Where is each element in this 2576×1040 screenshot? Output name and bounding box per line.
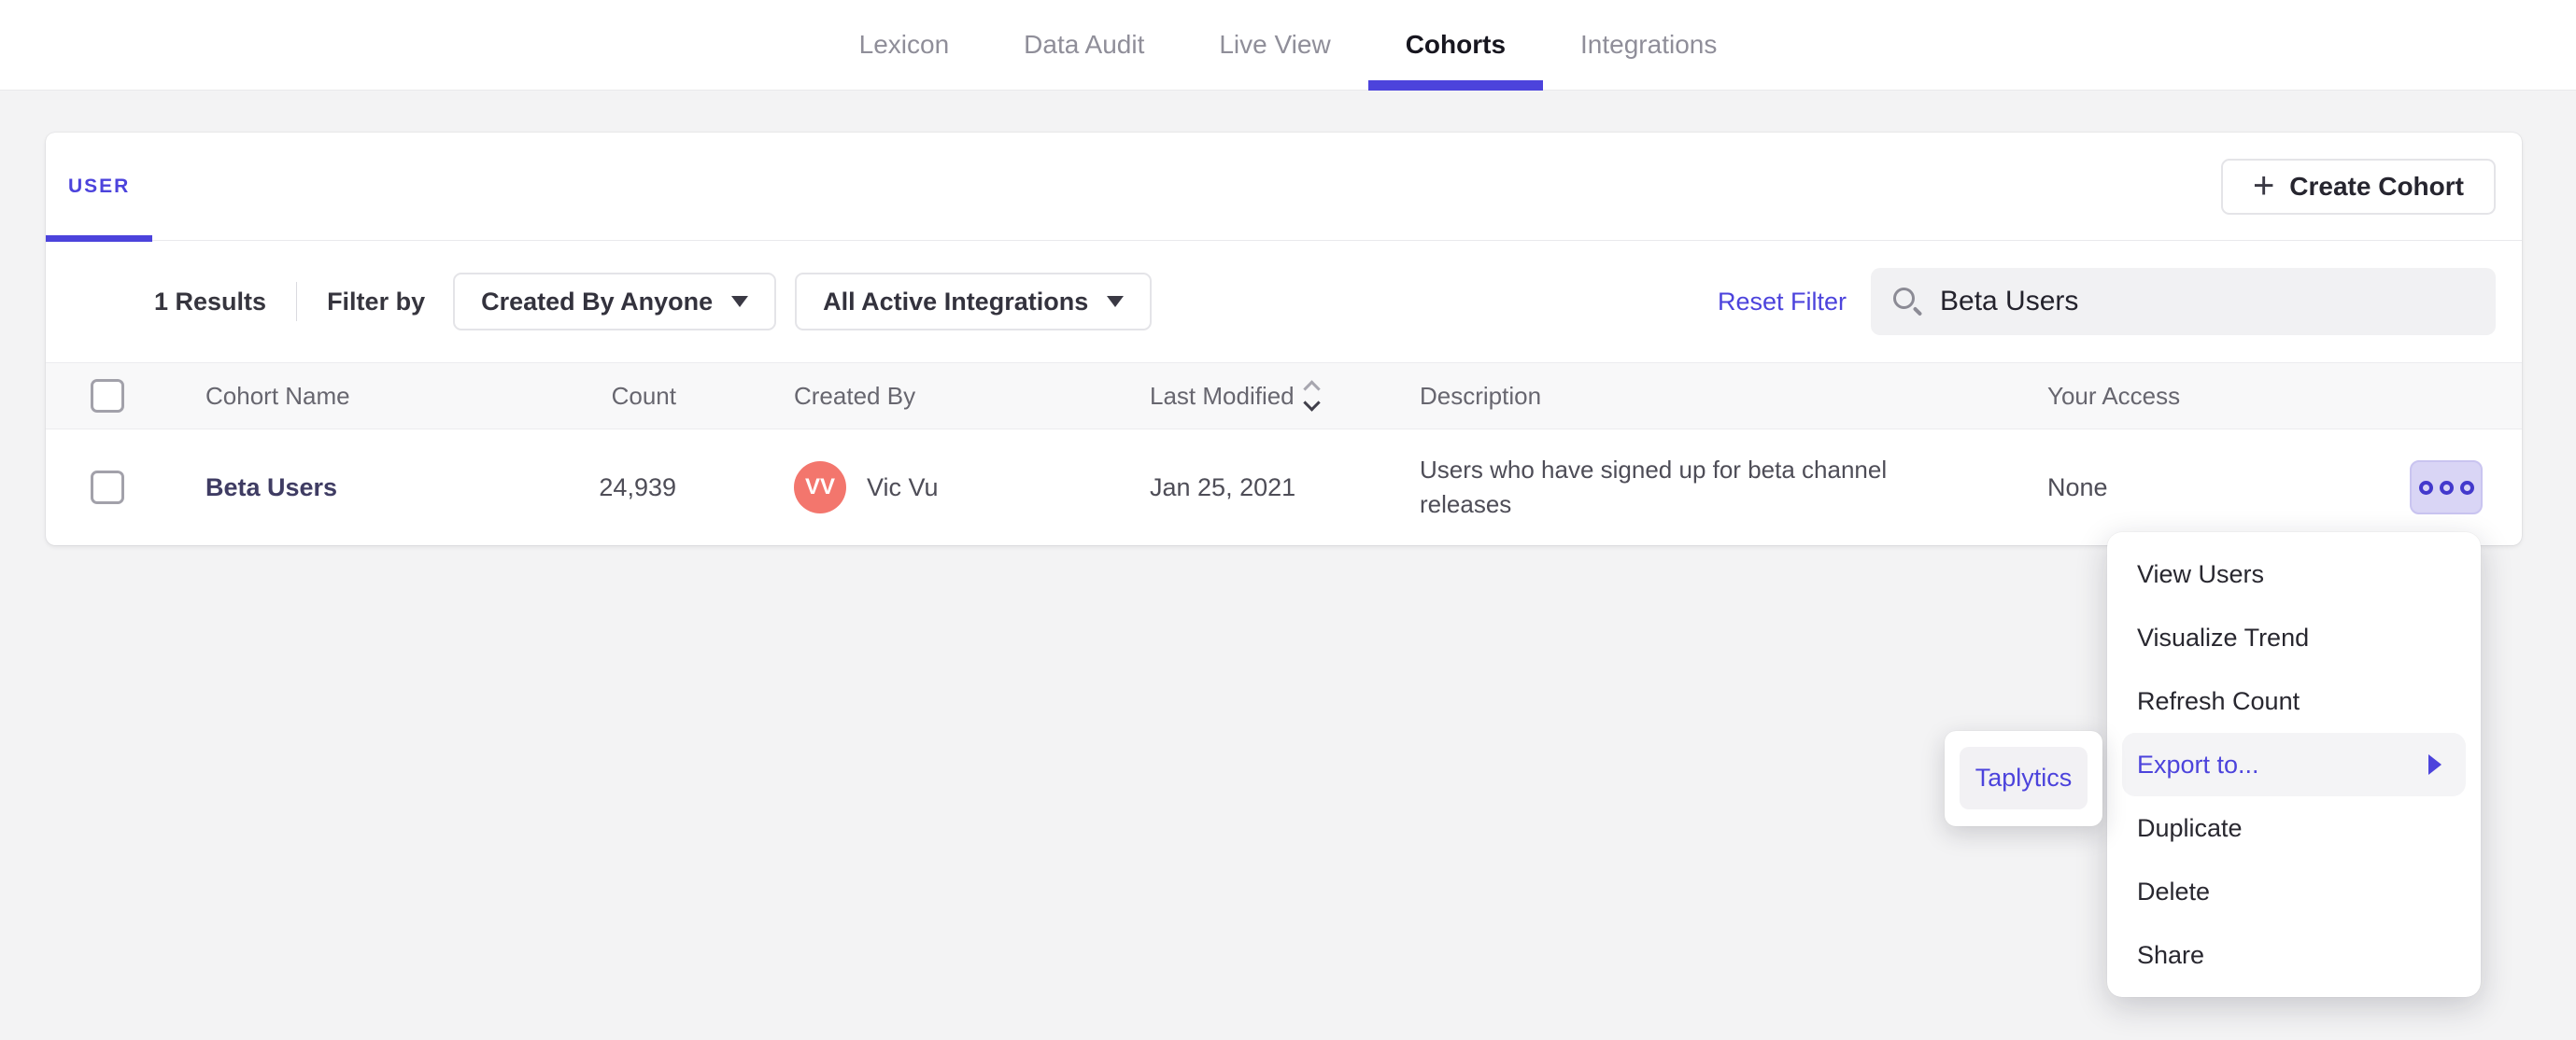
top-nav: Lexicon Data Audit Live View Cohorts Int…: [0, 0, 2576, 91]
tab-user-label: USER: [68, 176, 131, 197]
menu-item-duplicate[interactable]: Duplicate: [2107, 796, 2481, 860]
ellipsis-icon: [2418, 480, 2474, 495]
header-count: Count: [611, 381, 676, 410]
description-text: Users who have signed up for beta channe…: [1420, 456, 1888, 518]
menu-item-export-to[interactable]: Export to...: [2122, 733, 2466, 796]
nav-tabs: Lexicon Data Audit Live View Cohorts Int…: [822, 0, 1755, 91]
created-by-dropdown-value: Created By Anyone: [481, 287, 714, 316]
last-modified-cell: Jan 25, 2021: [1150, 472, 1296, 501]
menu-item-refresh-count[interactable]: Refresh Count: [2107, 669, 2481, 733]
menu-item-view-users[interactable]: View Users: [2107, 542, 2481, 606]
tab-live-view-label: Live View: [1219, 30, 1331, 59]
table-row: Beta Users 24,939 VV Vic Vu Jan 25, 2021…: [46, 429, 2522, 545]
tab-data-audit[interactable]: Data Audit: [986, 0, 1182, 90]
tab-cohorts-label: Cohorts: [1405, 30, 1507, 59]
tab-cohorts[interactable]: Cohorts: [1367, 0, 1544, 91]
cohort-name-link[interactable]: Beta Users: [205, 473, 337, 502]
sort-icon[interactable]: [1302, 380, 1321, 412]
results-count: 1 Results: [154, 287, 267, 316]
cohorts-card: USER + Create Cohort 1 Results Filter by…: [46, 133, 2522, 545]
cohorts-page: Lexicon Data Audit Live View Cohorts Int…: [0, 0, 2576, 1040]
header-your-access: Your Access: [2047, 381, 2181, 410]
create-cohort-button[interactable]: + Create Cohort: [2220, 159, 2496, 215]
tab-user-cohorts[interactable]: USER: [46, 133, 153, 242]
search-input[interactable]: [1940, 286, 2473, 317]
description-cell: Users who have signed up for beta channe…: [1420, 453, 2047, 522]
filter-by-label: Filter by: [327, 287, 426, 316]
tab-integrations-label: Integrations: [1580, 30, 1718, 59]
header-cohort-name: Cohort Name: [205, 381, 350, 410]
header-description: Description: [1420, 381, 1542, 410]
select-all-checkbox[interactable]: [91, 379, 124, 413]
menu-item-delete[interactable]: Delete: [2107, 860, 2481, 923]
tab-lexicon[interactable]: Lexicon: [822, 0, 987, 90]
integrations-dropdown-value: All Active Integrations: [823, 287, 1089, 316]
submenu-arrow-icon: [2428, 754, 2442, 775]
header-checkbox-cell: [46, 379, 205, 413]
tab-lexicon-label: Lexicon: [858, 30, 950, 59]
menu-item-share[interactable]: Share: [2107, 923, 2481, 987]
tab-data-audit-label: Data Audit: [1024, 30, 1145, 59]
your-access-cell: None: [2047, 472, 2108, 501]
table-header: Cohort Name Count Created By Last Modifi…: [46, 362, 2522, 429]
export-submenu: Taplytics: [1945, 731, 2102, 826]
filter-divider: [296, 282, 298, 321]
avatar: VV: [794, 461, 846, 513]
row-checkbox-cell: [46, 471, 205, 504]
cohort-count: 24,939: [599, 472, 676, 501]
actions-cell: [2334, 460, 2522, 514]
card-tab-bar: USER + Create Cohort: [46, 133, 2522, 242]
created-by-name: Vic Vu: [867, 472, 939, 501]
search-icon: [1893, 288, 1923, 316]
user-tab-underline: [46, 235, 153, 242]
integrations-dropdown[interactable]: All Active Integrations: [795, 273, 1153, 330]
cohort-name-cell: Beta Users: [205, 473, 606, 502]
menu-item-export-to-label: Export to...: [2137, 750, 2259, 779]
cohort-context-menu: View Users Visualize Trend Refresh Count…: [2107, 532, 2481, 997]
create-cohort-label: Create Cohort: [2289, 172, 2464, 201]
header-created-by: Created By: [794, 381, 916, 410]
created-by-cell: VV Vic Vu: [676, 461, 1150, 513]
tab-live-view[interactable]: Live View: [1182, 0, 1367, 90]
header-last-modified[interactable]: Last Modified: [1150, 380, 1420, 412]
row-actions-button[interactable]: [2410, 460, 2483, 514]
menu-item-visualize-trend[interactable]: Visualize Trend: [2107, 606, 2481, 669]
row-checkbox[interactable]: [91, 471, 124, 504]
filter-bar: 1 Results Filter by Created By Anyone Al…: [46, 241, 2522, 362]
tab-integrations[interactable]: Integrations: [1543, 0, 1754, 90]
cohort-search-box[interactable]: [1871, 268, 2496, 335]
submenu-item-taplytics[interactable]: Taplytics: [1960, 747, 2088, 809]
caret-down-icon: [731, 296, 749, 307]
header-last-modified-label: Last Modified: [1150, 381, 1295, 410]
caret-down-icon: [1107, 296, 1125, 307]
created-by-dropdown[interactable]: Created By Anyone: [453, 273, 777, 330]
reset-filter-link[interactable]: Reset Filter: [1718, 288, 1847, 316]
active-tab-underline: [1367, 80, 1544, 91]
